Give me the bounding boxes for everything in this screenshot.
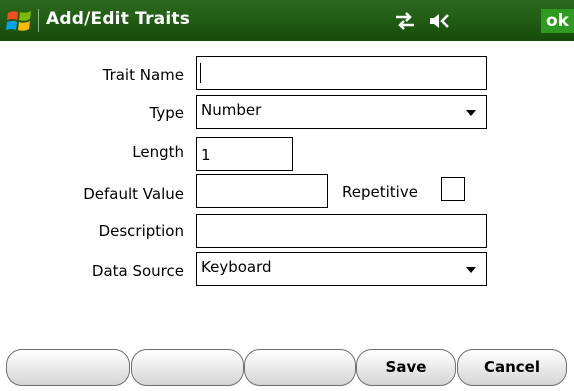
repetitive-label: Repetitive bbox=[342, 183, 418, 201]
default-value-input[interactable] bbox=[196, 174, 328, 208]
windows-start-icon[interactable] bbox=[5, 7, 33, 34]
type-label: Type bbox=[149, 104, 184, 122]
save-button[interactable]: Save bbox=[356, 349, 456, 386]
softkey-2[interactable] bbox=[131, 349, 244, 386]
ok-button[interactable]: ok bbox=[541, 9, 574, 33]
data-source-value: Keyboard bbox=[201, 258, 272, 276]
data-source-label: Data Source bbox=[91, 262, 184, 280]
title-separator bbox=[38, 9, 39, 32]
chevron-down-icon bbox=[466, 267, 476, 273]
type-dropdown[interactable]: Number bbox=[196, 95, 487, 129]
trait-name-label: Trait Name bbox=[102, 66, 184, 84]
description-input[interactable] bbox=[196, 214, 487, 248]
window-title: Add/Edit Traits bbox=[46, 9, 191, 29]
softkey-3[interactable] bbox=[244, 349, 356, 386]
length-input[interactable]: 1 bbox=[196, 137, 293, 171]
type-value: Number bbox=[201, 101, 262, 119]
repetitive-checkbox[interactable] bbox=[441, 177, 465, 201]
trait-name-input[interactable] bbox=[196, 56, 487, 90]
default-value-label: Default Value bbox=[83, 185, 184, 203]
cancel-button[interactable]: Cancel bbox=[457, 349, 567, 386]
softkey-1[interactable] bbox=[6, 349, 130, 386]
text-caret bbox=[200, 63, 201, 83]
softkey-bar: Save Cancel bbox=[0, 343, 574, 391]
chevron-down-icon bbox=[466, 110, 476, 116]
connectivity-icon[interactable] bbox=[392, 11, 418, 31]
data-source-dropdown[interactable]: Keyboard bbox=[196, 252, 487, 286]
volume-icon[interactable] bbox=[428, 11, 454, 31]
title-bar: Add/Edit Traits ok bbox=[0, 0, 574, 41]
description-label: Description bbox=[98, 222, 184, 240]
length-label: Length bbox=[132, 143, 184, 161]
length-value: 1 bbox=[201, 146, 211, 164]
